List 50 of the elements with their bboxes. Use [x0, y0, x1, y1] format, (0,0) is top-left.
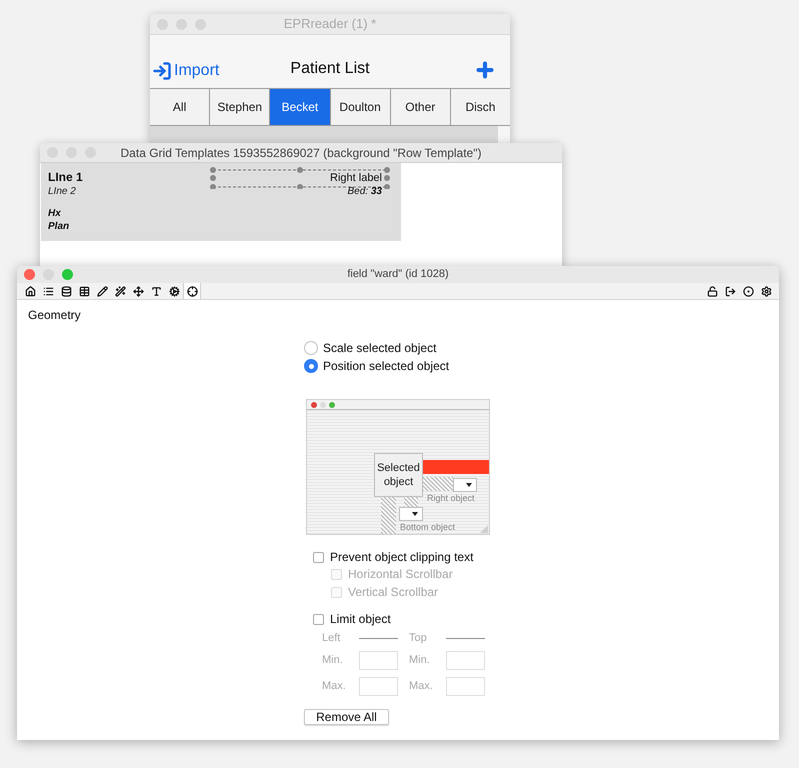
radio-label: Position selected object	[323, 358, 450, 375]
diagram-label: Bottom object	[400, 522, 456, 533]
import-icon	[152, 61, 172, 81]
tab[interactable]: Stephen	[210, 89, 270, 125]
tab[interactable]: All	[150, 89, 210, 125]
checkbox-label: Prevent object clipping text	[330, 549, 474, 566]
limit-heading: Top	[409, 630, 428, 646]
window-title: EPRreader (1) *	[284, 15, 376, 34]
remove-all-button[interactable]: Remove All	[304, 709, 389, 725]
section-title: Geometry	[28, 308, 81, 323]
window-title: field "ward" (id 1028)	[347, 267, 449, 282]
crosshair-icon[interactable]	[183, 283, 201, 299]
right-label: Right label	[330, 172, 382, 185]
bed-label: Bed: 33	[348, 185, 382, 198]
import-button[interactable]: Import	[152, 59, 220, 83]
tab[interactable]: Other	[390, 89, 451, 125]
screen-title: Patient List	[290, 59, 370, 79]
radio-button[interactable]	[304, 341, 318, 355]
list-row[interactable]	[150, 126, 498, 143]
checkbox[interactable]	[313, 614, 324, 624]
field-label: Max.	[409, 678, 434, 694]
dropdown-icon	[453, 478, 477, 492]
window-control-icon[interactable]	[24, 269, 35, 280]
field-label: Min.	[322, 652, 344, 668]
field-label: Plan	[48, 220, 70, 233]
field-label: Min.	[409, 652, 431, 668]
checkbox-label: Horizontal Scrollbar	[348, 566, 453, 583]
window-control-icon[interactable]	[62, 269, 73, 280]
window-title: Data Grid Templates 1593552869027 (background "Row Template")	[120, 144, 482, 162]
diagram-label: Right object	[427, 493, 475, 504]
hatched-area	[381, 497, 396, 534]
add-button[interactable]	[474, 59, 496, 81]
radio-label: Scale selected object	[323, 340, 436, 357]
hatched-area	[423, 477, 453, 491]
hatched-area	[404, 497, 418, 507]
line-text: LIne 1	[48, 170, 83, 185]
tab[interactable]: Becket	[270, 89, 331, 125]
checkbox-label: Limit object	[330, 611, 391, 628]
field-label: Hx	[48, 207, 61, 220]
tab[interactable]: Disch	[450, 89, 510, 125]
checkbox[interactable]	[313, 552, 324, 562]
checkbox-label: Vertical Scrollbar	[348, 584, 438, 601]
field-label: Max.	[322, 678, 347, 694]
line-text: LIne 2	[48, 185, 76, 198]
tab[interactable]: Doulton	[330, 89, 391, 125]
radio-button[interactable]	[304, 359, 318, 373]
limit-heading: Left	[322, 630, 342, 646]
selected-object: Selected object	[374, 453, 423, 497]
dropdown-icon	[399, 507, 423, 521]
highlight-bar	[423, 460, 489, 474]
